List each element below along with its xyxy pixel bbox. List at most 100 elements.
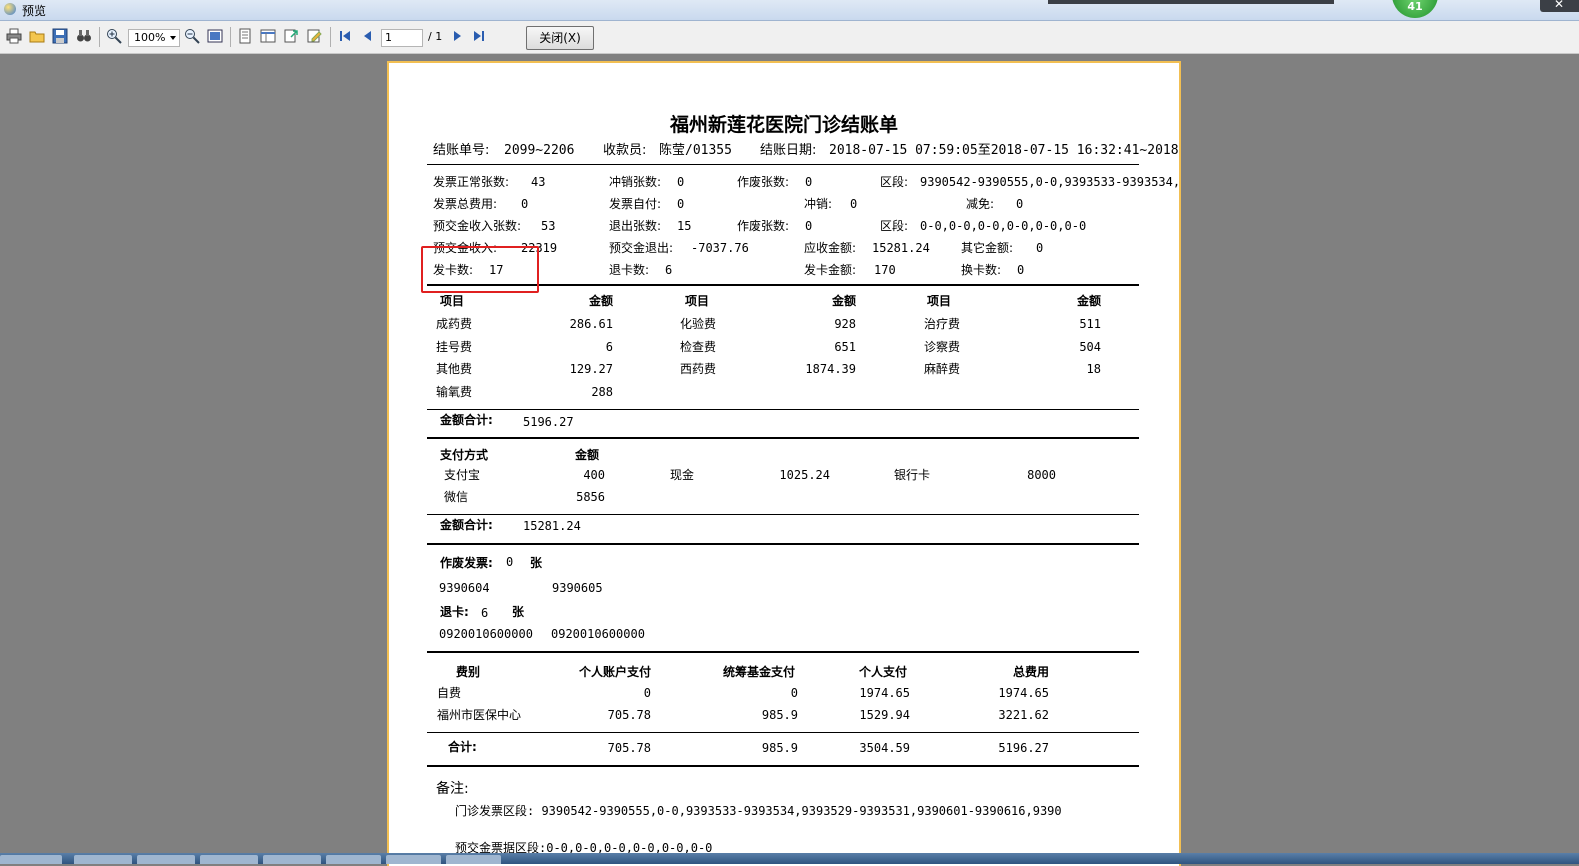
return-card-2: 0920010600000 bbox=[551, 627, 645, 641]
bill-no-label: 结账单号: bbox=[433, 143, 490, 158]
void-invoice-count: 0 bbox=[506, 555, 514, 569]
fee-item-amount: 18 bbox=[1086, 362, 1101, 376]
fee-item-name: 其他费 bbox=[436, 362, 473, 376]
payment-method: 支付宝 bbox=[444, 468, 481, 482]
insurance-cell: 自费 bbox=[437, 686, 462, 700]
divider bbox=[427, 543, 1139, 545]
insurance-total: 5196.27 bbox=[998, 741, 1049, 755]
zoom-value: 100% bbox=[134, 31, 166, 44]
divider bbox=[427, 409, 1139, 410]
insurance-cell: 福州市医保中心 bbox=[437, 708, 522, 722]
taskbar-button[interactable] bbox=[74, 855, 132, 864]
open-folder-icon[interactable] bbox=[29, 28, 45, 44]
summary-label: 预交金收入张数: bbox=[433, 219, 522, 233]
summary-label: 退卡数: bbox=[609, 263, 650, 277]
insurance-col-header: 统筹基金支付 bbox=[723, 665, 796, 679]
insurance-cell: 0 bbox=[790, 686, 798, 700]
close-x-icon: ✕ bbox=[1554, 0, 1565, 11]
fee-item-name: 输氧费 bbox=[436, 384, 473, 399]
summary-value: 0 bbox=[677, 197, 685, 211]
bill-no: 2099~2206 bbox=[504, 143, 575, 158]
summary-value: 170 bbox=[874, 263, 896, 277]
summary-value: 43 bbox=[531, 175, 546, 189]
close-button[interactable]: 关闭(X) bbox=[526, 26, 594, 50]
save-icon[interactable] bbox=[52, 28, 68, 44]
window-title: 预览 bbox=[22, 4, 47, 18]
page-number-input[interactable]: 1 bbox=[381, 29, 423, 47]
payment-method: 微信 bbox=[444, 490, 469, 504]
taskbar-button[interactable] bbox=[326, 855, 381, 864]
summary-value: 6 bbox=[665, 263, 673, 277]
insurance-col-header: 费别 bbox=[456, 665, 481, 679]
payment-amount: 8000 bbox=[1027, 468, 1056, 482]
return-card-label: 退卡: bbox=[440, 605, 469, 619]
items-col-header: 金额 bbox=[1076, 294, 1101, 308]
find-binoculars-icon[interactable] bbox=[76, 28, 92, 44]
fee-item-name: 化验费 bbox=[680, 317, 717, 331]
divider bbox=[427, 651, 1139, 653]
fee-item-amount: 288 bbox=[591, 384, 613, 399]
summary-value: 53 bbox=[541, 219, 556, 233]
taskbar-button[interactable] bbox=[200, 855, 258, 864]
report-page: 福州新莲花医院门诊结账单 结账单号: 2099~2206 收款员: 陈莹/013… bbox=[387, 61, 1181, 866]
insurance-cell: 3221.62 bbox=[998, 708, 1049, 722]
next-page-icon[interactable] bbox=[449, 28, 465, 44]
fee-item-name: 成药费 bbox=[436, 317, 473, 331]
toolbar-separator bbox=[230, 27, 231, 47]
summary-label: 发票自付: bbox=[609, 197, 662, 211]
print-icon[interactable] bbox=[6, 28, 22, 44]
fee-item-name: 治疗费 bbox=[924, 317, 961, 331]
fee-item-amount: 6 bbox=[605, 339, 613, 354]
report-title: 福州新莲花医院门诊结账单 bbox=[669, 114, 898, 136]
page-setup-icon[interactable] bbox=[237, 28, 253, 44]
summary-label: 发票正常张数: bbox=[433, 175, 510, 189]
taskbar bbox=[0, 853, 1579, 864]
summary-value: -7037.76 bbox=[691, 241, 749, 255]
first-page-icon[interactable] bbox=[337, 28, 353, 44]
chevron-down-icon bbox=[170, 36, 176, 40]
edit-icon[interactable] bbox=[306, 28, 322, 44]
items-col-header: 金额 bbox=[831, 294, 856, 308]
insurance-cell: 1974.65 bbox=[859, 686, 910, 700]
taskbar-button[interactable] bbox=[137, 855, 195, 864]
fee-item-amount: 1874.39 bbox=[805, 362, 856, 376]
zoom-out-icon[interactable] bbox=[184, 28, 200, 44]
taskbar-button[interactable] bbox=[263, 855, 321, 864]
notes-invoice-range: 门诊发票区段: 9390542-9390555,0-0,9393533-9393… bbox=[455, 804, 1062, 818]
export-icon[interactable] bbox=[283, 28, 299, 44]
taskbar-button[interactable] bbox=[446, 855, 501, 864]
insurance-total-label: 合计: bbox=[448, 740, 477, 754]
zoom-select[interactable]: 100% bbox=[128, 29, 180, 47]
summary-value: 15281.24 bbox=[872, 241, 930, 255]
insurance-col-header: 总费用 bbox=[1013, 665, 1050, 679]
highlight-box bbox=[421, 246, 539, 293]
fit-page-icon[interactable] bbox=[207, 28, 223, 44]
payment-amount: 400 bbox=[583, 468, 605, 482]
payment-col-header: 金额 bbox=[575, 448, 600, 462]
divider bbox=[427, 765, 1139, 767]
summary-label: 作废张数: bbox=[737, 175, 790, 189]
zoom-in-icon[interactable] bbox=[106, 28, 122, 44]
items-total: 5196.27 bbox=[523, 415, 574, 429]
summary-value: 0 bbox=[850, 197, 858, 211]
fee-item-amount: 651 bbox=[834, 339, 856, 354]
close-window-button[interactable]: ✕ bbox=[1540, 0, 1579, 12]
summary-label: 发卡金额: bbox=[804, 263, 857, 277]
payment-total-label: 金额合计: bbox=[440, 518, 493, 532]
summary-label: 退出张数: bbox=[609, 219, 662, 233]
notes-label: 备注: bbox=[436, 781, 469, 797]
insurance-total: 705.78 bbox=[607, 741, 651, 755]
fee-item-name: 麻醉费 bbox=[924, 362, 961, 376]
page-total: / 1 bbox=[428, 30, 443, 43]
summary-value: 0 bbox=[1016, 197, 1024, 211]
last-page-icon[interactable] bbox=[471, 28, 487, 44]
summary-label: 减免: bbox=[966, 197, 995, 211]
fee-item-name: 挂号费 bbox=[436, 339, 473, 354]
toolbar-separator bbox=[99, 27, 100, 47]
taskbar-button[interactable] bbox=[0, 855, 62, 864]
taskbar-button[interactable] bbox=[386, 855, 441, 864]
layout-icon[interactable] bbox=[260, 28, 276, 44]
items-col-header: 项目 bbox=[927, 294, 952, 308]
previous-page-icon[interactable] bbox=[360, 28, 376, 44]
summary-label: 冲销: bbox=[804, 197, 833, 211]
